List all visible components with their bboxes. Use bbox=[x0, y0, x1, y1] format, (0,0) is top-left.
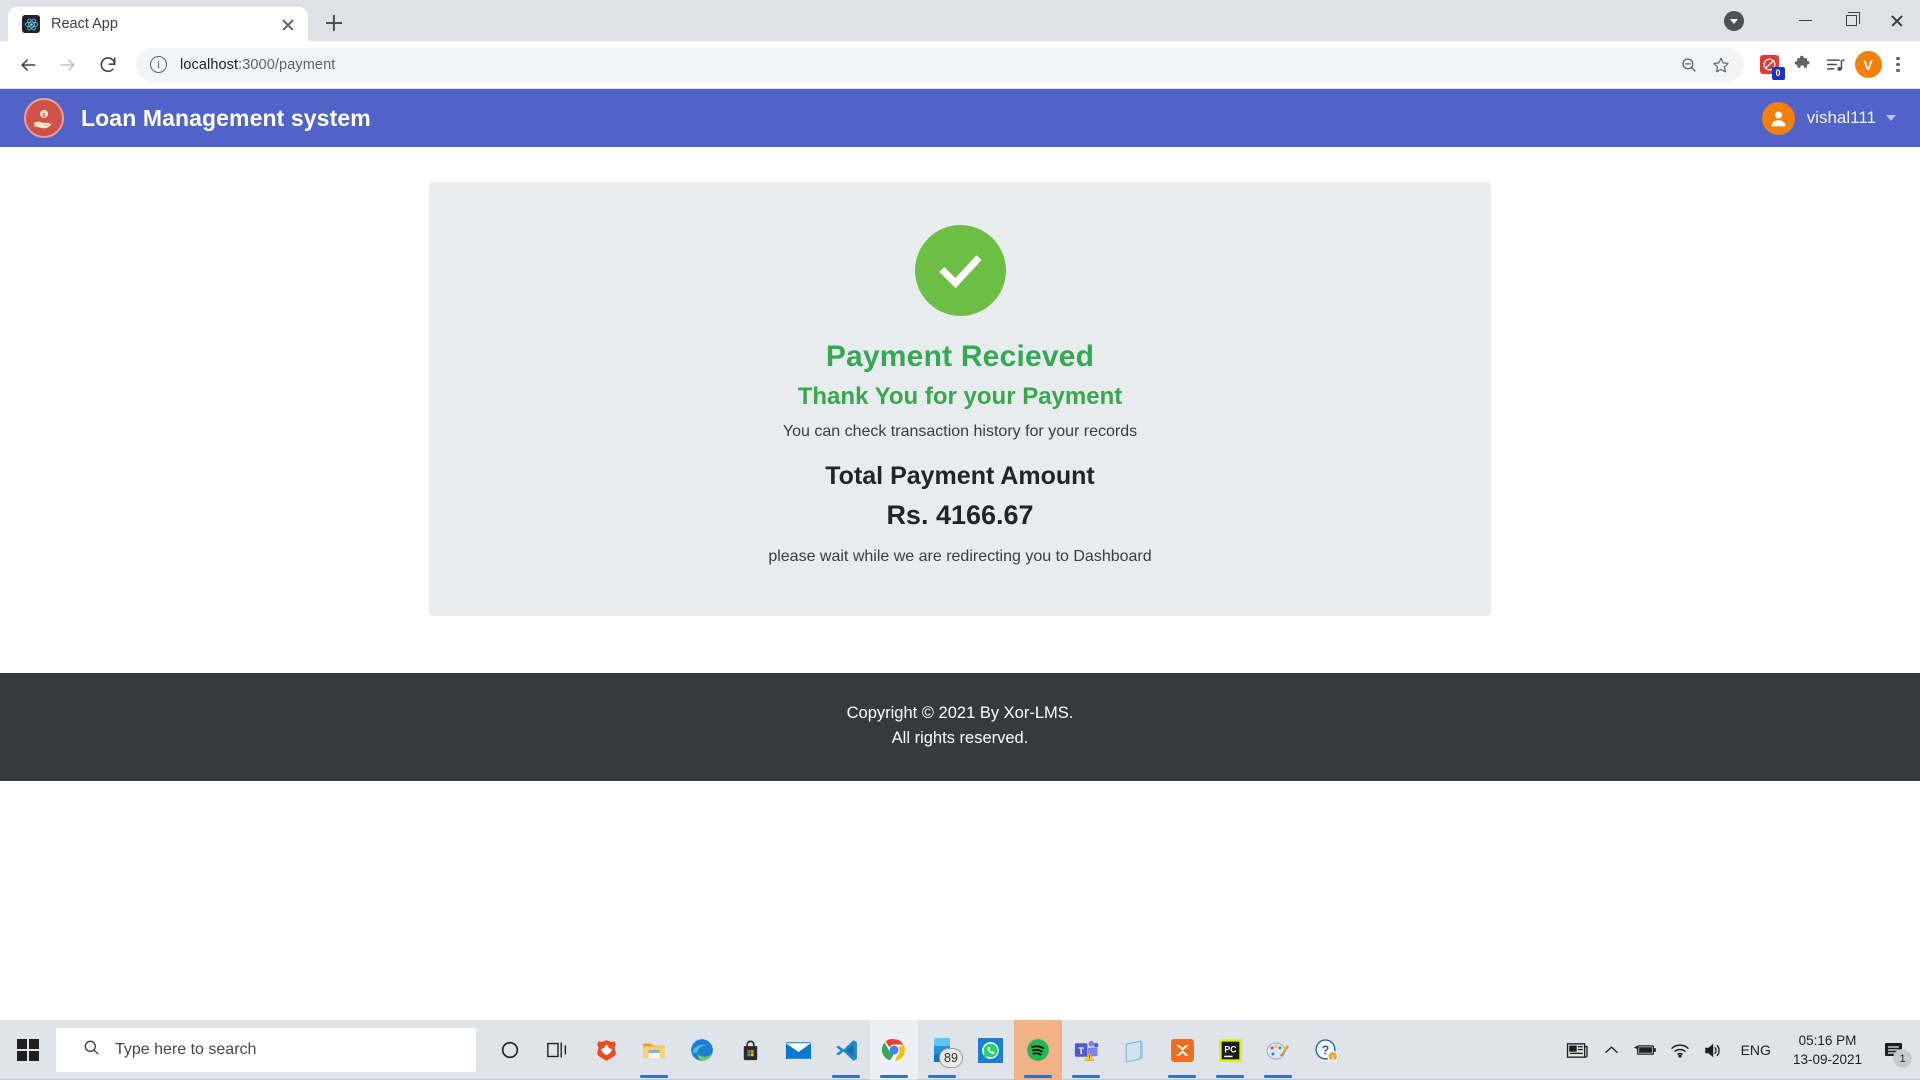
browser-menu-icon[interactable] bbox=[1886, 53, 1910, 77]
svg-text:i: i bbox=[1331, 1053, 1333, 1061]
app-navbar: $ Loan Management system vishal111 bbox=[0, 89, 1920, 147]
taskbar-app-google-chrome[interactable] bbox=[870, 1020, 918, 1080]
check-circle-icon bbox=[914, 225, 1006, 316]
web-page: $ Loan Management system vishal111 Payme… bbox=[0, 89, 1920, 1020]
taskbar-app-file-explorer[interactable] bbox=[630, 1020, 678, 1080]
battery-charging-icon[interactable] bbox=[1629, 1020, 1663, 1080]
taskbar-app-whatsapp[interactable] bbox=[966, 1020, 1014, 1080]
windows-taskbar: Type here to search 89 T ! PC ? i ENG 05… bbox=[0, 1020, 1920, 1080]
action-center-icon[interactable]: 1 bbox=[1874, 1020, 1914, 1080]
svg-text:T: T bbox=[1078, 1045, 1084, 1056]
taskbar-app-mail[interactable] bbox=[774, 1020, 822, 1080]
minimize-button[interactable] bbox=[1782, 0, 1828, 41]
tab-close-icon[interactable] bbox=[278, 14, 298, 34]
taskbar-app-help[interactable]: ? i bbox=[1302, 1020, 1350, 1080]
taskbar-app-xampp[interactable] bbox=[1158, 1020, 1206, 1080]
url-path: :3000/payment bbox=[238, 56, 336, 73]
payment-status-heading: Payment Recieved bbox=[825, 340, 1095, 373]
profile-avatar[interactable]: V bbox=[1853, 50, 1883, 80]
user-avatar-icon bbox=[1761, 101, 1795, 135]
browser-window: React App i localhost:3000/payment 0 V $… bbox=[0, 0, 1920, 1020]
address-bar[interactable]: i localhost:3000/payment bbox=[136, 47, 1744, 82]
taskbar-app-spotify[interactable] bbox=[1014, 1020, 1062, 1080]
extensions-puzzle-icon[interactable] bbox=[1787, 50, 1817, 80]
money-hand-logo-icon: $ bbox=[24, 98, 64, 138]
wifi-icon[interactable] bbox=[1663, 1020, 1697, 1080]
taskbar-app-notepad[interactable] bbox=[1110, 1020, 1158, 1080]
total-amount-value: Rs. 4166.67 bbox=[886, 500, 1034, 530]
taskbar-app-microsoft-teams[interactable]: T ! bbox=[1062, 1020, 1110, 1080]
taskbar-app-pycharm[interactable]: PC bbox=[1206, 1020, 1254, 1080]
user-name: vishal111 bbox=[1806, 108, 1876, 127]
transaction-history-note: You can check transaction history for yo… bbox=[782, 423, 1138, 440]
browser-tab-react-app[interactable]: React App bbox=[8, 7, 308, 41]
search-icon bbox=[82, 1038, 101, 1062]
brand-title: Loan Management system bbox=[81, 104, 371, 131]
windows-start-icon[interactable] bbox=[0, 1020, 56, 1080]
redirect-note: please wait while we are redirecting you… bbox=[768, 548, 1152, 565]
thank-you-subheading: Thank You for your Payment bbox=[797, 383, 1123, 410]
user-menu[interactable]: vishal111 bbox=[1761, 101, 1896, 135]
url-host: localhost bbox=[180, 56, 239, 73]
maximize-restore-button[interactable] bbox=[1828, 0, 1874, 41]
react-icon bbox=[22, 15, 40, 33]
svg-text:!: ! bbox=[1088, 1054, 1090, 1061]
tab-strip: React App bbox=[0, 0, 1920, 41]
taskbar-app-brave[interactable] bbox=[582, 1020, 630, 1080]
taskbar-app-microsoft-edge[interactable] bbox=[678, 1020, 726, 1080]
clock-date: 13-09-2021 bbox=[1792, 1052, 1862, 1067]
tab-search-icon[interactable] bbox=[1724, 10, 1744, 31]
forward-button[interactable] bbox=[50, 47, 86, 83]
bookmark-star-icon[interactable] bbox=[1706, 50, 1736, 80]
news-weather-icon[interactable] bbox=[1561, 1020, 1595, 1080]
toolbar-actions: 0 V bbox=[1754, 50, 1910, 80]
browser-toolbar: i localhost:3000/payment 0 V bbox=[0, 41, 1920, 89]
volume-icon[interactable] bbox=[1697, 1020, 1731, 1080]
show-hidden-icons-chevron[interactable] bbox=[1595, 1020, 1629, 1080]
tab-title: React App bbox=[51, 16, 118, 32]
system-tray: ENG 05:16 PM 13-09-2021 1 bbox=[1561, 1020, 1920, 1080]
reload-button[interactable] bbox=[90, 47, 126, 83]
taskbar-clock[interactable]: 05:16 PM 13-09-2021 bbox=[1781, 1031, 1874, 1069]
new-tab-button[interactable] bbox=[318, 7, 350, 39]
taskbar-search-input[interactable]: Type here to search bbox=[56, 1028, 476, 1072]
brand[interactable]: $ Loan Management system bbox=[24, 98, 371, 138]
footer-copyright: Copyright © 2021 By Xor-LMS. bbox=[846, 704, 1074, 722]
taskbar-app-task-view[interactable] bbox=[534, 1020, 582, 1080]
taskbar-app-paint[interactable] bbox=[1254, 1020, 1302, 1080]
window-controls bbox=[1724, 0, 1920, 41]
close-window-button[interactable] bbox=[1874, 0, 1920, 41]
adblock-extension-icon[interactable]: 0 bbox=[1754, 50, 1785, 80]
taskbar-search-placeholder: Type here to search bbox=[115, 1041, 257, 1058]
taskbar-app-your-phone[interactable]: 89 bbox=[918, 1020, 966, 1080]
total-amount-label: Total Payment Amount bbox=[825, 462, 1095, 490]
zoom-out-icon[interactable] bbox=[1674, 50, 1704, 80]
adblock-badge-count: 0 bbox=[1771, 67, 1785, 80]
taskbar-app-microsoft-store[interactable] bbox=[726, 1020, 774, 1080]
taskbar-app-visual-studio-code[interactable] bbox=[822, 1020, 870, 1080]
taskbar-app-icons: 89 T ! PC ? i bbox=[486, 1020, 1350, 1080]
profile-initial: V bbox=[1854, 51, 1882, 78]
payment-success-card: Payment Recieved Thank You for your Paym… bbox=[429, 182, 1491, 616]
media-playlist-icon[interactable] bbox=[1820, 50, 1850, 80]
your-phone-badge: 89 bbox=[939, 1048, 963, 1068]
page-content: Payment Recieved Thank You for your Paym… bbox=[0, 147, 1920, 616]
footer-rights: All rights reserved. bbox=[891, 729, 1029, 747]
notification-count-badge: 1 bbox=[1893, 1049, 1912, 1068]
back-button[interactable] bbox=[10, 47, 46, 83]
site-info-icon[interactable]: i bbox=[150, 56, 167, 73]
taskbar-app-cortana[interactable] bbox=[486, 1020, 534, 1080]
clock-time: 05:16 PM bbox=[1798, 1033, 1857, 1048]
url-text: localhost:3000/payment bbox=[180, 57, 335, 73]
svg-text:PC: PC bbox=[1224, 1044, 1237, 1054]
page-footer: Copyright © 2021 By Xor-LMS. All rights … bbox=[0, 673, 1920, 781]
chevron-down-icon[interactable] bbox=[1886, 115, 1896, 121]
language-indicator[interactable]: ENG bbox=[1731, 1042, 1781, 1058]
